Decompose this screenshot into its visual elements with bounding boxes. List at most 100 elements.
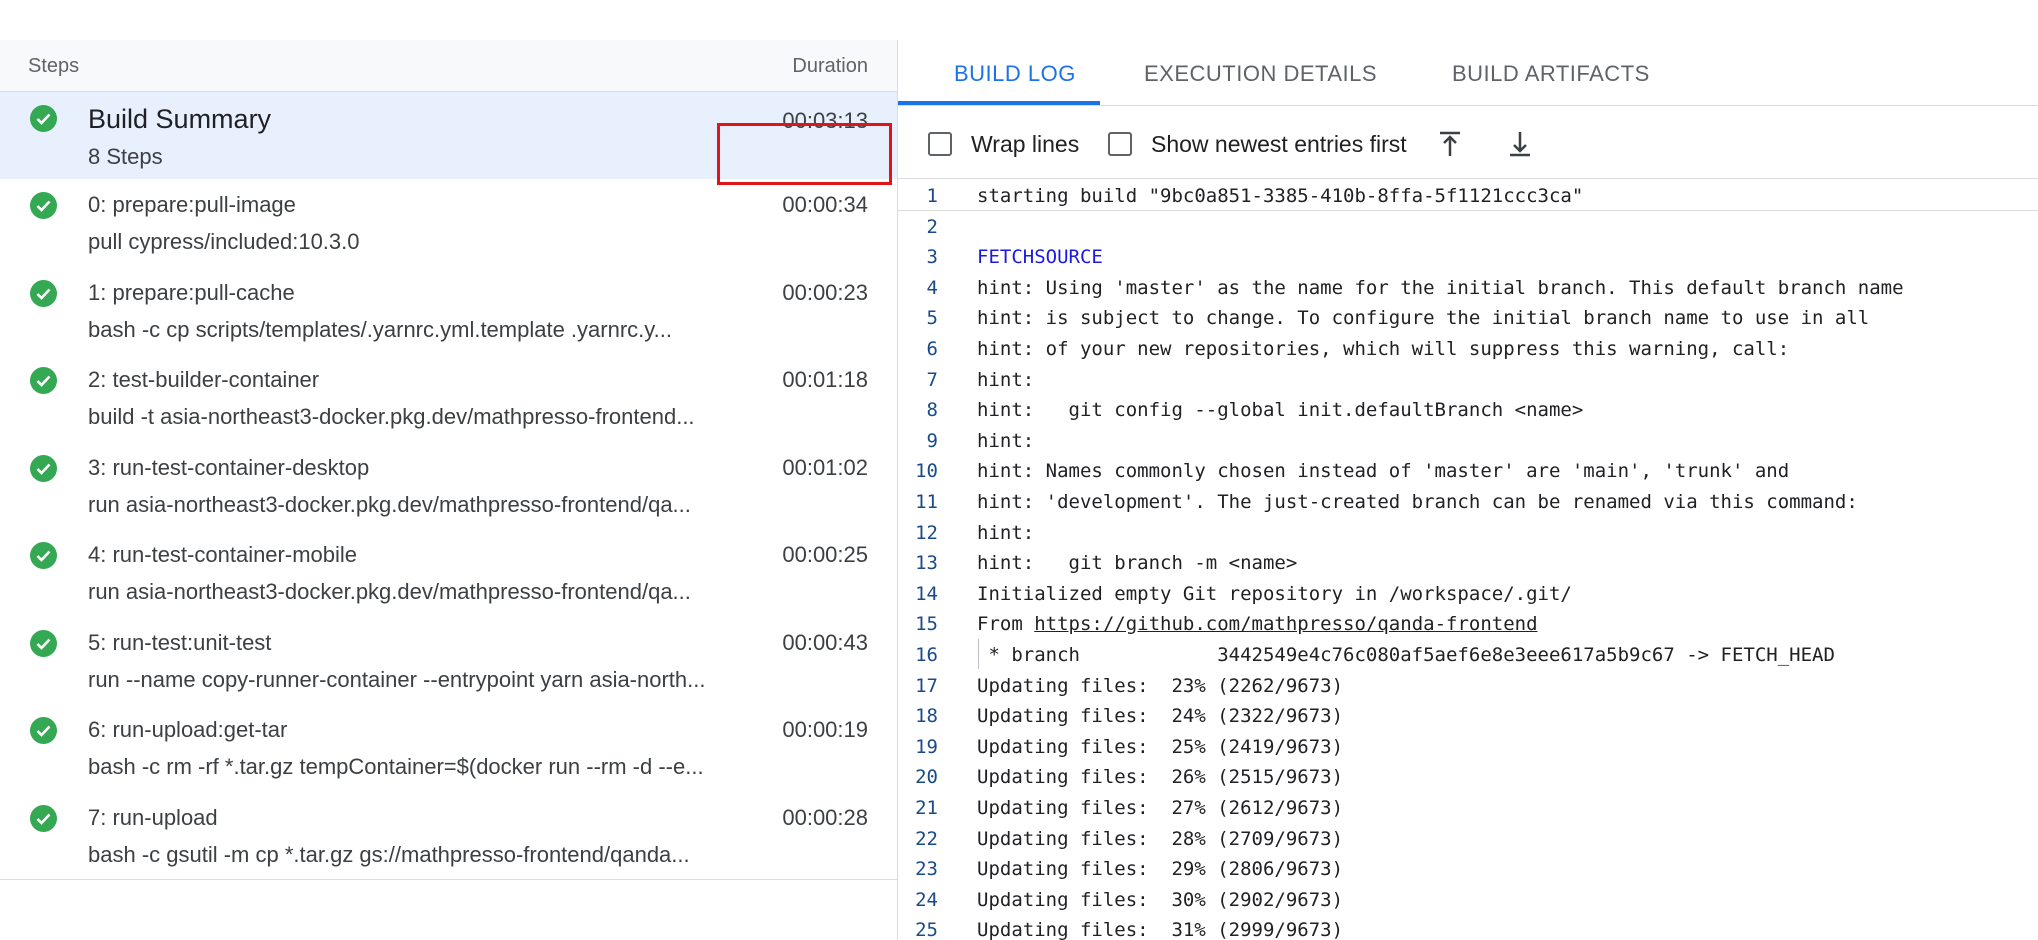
success-check-icon — [30, 367, 57, 394]
line-number: 21 — [915, 797, 938, 819]
log-text-content: Updating files: 28% (2709/9673) — [977, 828, 1344, 850]
line-number: 2 — [926, 216, 938, 238]
log-text: Updating files: 31% (2999/9673) — [977, 919, 1343, 940]
step-name: 6: run-upload:get-tar — [88, 717, 288, 742]
step-name: 3: run-test-container-desktop — [88, 455, 370, 480]
build-summary-row[interactable]: Build Summary 8 Steps 00:03:13 — [0, 92, 897, 180]
log-text: hint: 'development'. The just-created br… — [977, 491, 1858, 513]
log-text-content: hint: — [977, 522, 1035, 544]
step-description: run asia-northeast3-docker.pkg.dev/mathp… — [88, 492, 691, 517]
log-line: 24 Updating files: 30% (2902/9673) — [898, 884, 2038, 914]
line-number: 20 — [915, 766, 938, 788]
tab-build-log[interactable]: BUILD LOG — [954, 61, 1076, 87]
log-line: 20 Updating files: 26% (2515/9673) — [898, 761, 2038, 791]
log-text-content: hint: Names commonly chosen instead of '… — [977, 460, 1790, 482]
step-row[interactable]: 3: run-test-container-desktop run asia-no… — [0, 442, 897, 530]
step-duration: 00:00:34 — [782, 192, 868, 217]
log-line: 11 hint: 'development'. The just-created … — [898, 486, 2038, 516]
scroll-to-top-icon[interactable] — [1434, 128, 1466, 160]
log-line: 18 Updating files: 24% (2322/9673) — [898, 700, 2038, 730]
steps-header: Steps Duration — [0, 40, 897, 92]
step-description: bash -c rm -rf *.tar.gz tempContainer=$(… — [88, 754, 704, 779]
log-text-content: Updating files: 30% (2902/9673) — [977, 889, 1344, 911]
tab-execution-details[interactable]: EXECUTION DETAILS — [1144, 61, 1377, 87]
success-check-icon — [30, 105, 57, 132]
log-text: hint: Using 'master' as the name for the… — [977, 277, 1904, 299]
step-description: pull cypress/included:10.3.0 — [88, 229, 360, 254]
line-number: 18 — [915, 705, 938, 727]
log-line: 5 hint: is subject to change. To configur… — [898, 302, 2038, 332]
log-text-content: hint: git config --global init.defaultBr… — [977, 399, 1584, 421]
log-text-content: hint: is subject to change. To configure… — [977, 307, 1870, 329]
newest-first-checkbox[interactable] — [1108, 132, 1132, 156]
log-line: 19 Updating files: 25% (2419/9673) — [898, 731, 2038, 761]
duration-column-header: Duration — [792, 55, 868, 77]
log-line: 23 Updating files: 29% (2806/9673) — [898, 853, 2038, 883]
log-text-content: hint: — [977, 369, 1035, 391]
wrap-lines-label: Wrap lines — [971, 131, 1080, 157]
log-line: 17 Updating files: 23% (2262/9673) — [898, 670, 2038, 700]
line-number: 25 — [915, 919, 938, 940]
line-number: 8 — [926, 399, 938, 421]
step-duration: 00:00:43 — [782, 630, 868, 655]
build-log-output: 1 starting build "9bc0a851-3385-410b-8ffa… — [898, 180, 2038, 940]
step-row[interactable]: 6: run-upload:get-tar bash -c rm -rf *.ta… — [0, 704, 897, 793]
log-line: 13 hint: git branch -m <name> — [898, 547, 2038, 577]
log-line: 16 * branch 3442549e4c76c080af5aef6e8e3e… — [898, 639, 2038, 669]
line-number: 12 — [915, 522, 938, 544]
step-name: Build Summary — [88, 104, 272, 134]
log-line: 8 hint: git config --global init.defaultB… — [898, 394, 2038, 424]
log-line: 3 FETCHSOURCE — [898, 241, 2038, 271]
step-row[interactable]: 1: prepare:pull-cache bash -c cp scripts/… — [0, 267, 897, 355]
line-number: 23 — [915, 858, 938, 880]
log-text-content: hint: of your new repositories, which wi… — [977, 338, 1790, 360]
step-name: 2: test-builder-container — [88, 367, 320, 392]
log-line: 15 From https://github.com/mathpresso/qan… — [898, 608, 2038, 638]
log-text-content: hint: — [977, 430, 1035, 452]
step-name: 4: run-test-container-mobile — [88, 542, 358, 567]
step-duration: 00:01:18 — [782, 367, 868, 392]
log-text: Updating files: 23% (2262/9673) — [977, 675, 1343, 697]
log-text: Updating files: 28% (2709/9673) — [977, 828, 1343, 850]
success-check-icon — [30, 455, 57, 482]
wrap-lines-checkbox[interactable] — [928, 132, 952, 156]
step-row[interactable]: 0: prepare:pull-image pull cypress/includ… — [0, 179, 897, 268]
log-line: 21 Updating files: 27% (2612/9673) — [898, 792, 2038, 822]
line-number: 1 — [926, 185, 938, 207]
line-number: 22 — [915, 828, 938, 850]
step-duration: 00:03:13 — [782, 108, 868, 133]
log-line: 4 hint: Using 'master' as the name for th… — [898, 272, 2038, 302]
step-name: 1: prepare:pull-cache — [88, 280, 295, 305]
log-section-header: FETCHSOURCE — [977, 246, 1103, 268]
log-text: hint: Names commonly chosen instead of '… — [977, 460, 1789, 482]
log-text-content: Updating files: 29% (2806/9673) — [977, 858, 1344, 880]
line-number: 5 — [926, 307, 938, 329]
log-text: hint: git branch -m <name> — [977, 552, 1297, 574]
log-line: 10 hint: Names commonly chosen instead of… — [898, 455, 2038, 485]
log-line: 6 hint: of your new repositories, which w… — [898, 333, 2038, 363]
step-row[interactable]: 5: run-test:unit-test run --name copy-run… — [0, 617, 897, 705]
step-duration: 00:00:19 — [782, 717, 868, 742]
log-text: hint: git config --global init.defaultBr… — [977, 399, 1583, 421]
step-row[interactable]: 2: test-builder-container build -t asia-n… — [0, 354, 897, 443]
log-line: 2 — [898, 211, 2038, 241]
log-text: Updating files: 29% (2806/9673) — [977, 858, 1343, 880]
scroll-to-bottom-icon[interactable] — [1504, 128, 1536, 160]
step-row[interactable]: 7: run-upload bash -c gsutil -m cp *.tar.… — [0, 792, 897, 880]
log-text-content: Updating files: 23% (2262/9673) — [977, 675, 1344, 697]
step-row[interactable]: 4: run-test-container-mobile run asia-nor… — [0, 529, 897, 618]
repo-link[interactable]: https://github.com/mathpresso/qanda-fron… — [1034, 613, 1537, 635]
log-line: 9 hint: — [898, 425, 2038, 455]
success-check-icon — [30, 717, 57, 744]
line-number: 10 — [915, 460, 938, 482]
log-text: Updating files: 25% (2419/9673) — [977, 736, 1343, 758]
tab-build-artifacts[interactable]: BUILD ARTIFACTS — [1452, 61, 1650, 87]
log-text-content: Updating files: 31% (2999/9673) — [977, 919, 1344, 940]
success-check-icon — [30, 192, 57, 219]
log-text: * branch 3442549e4c76c080af5aef6e8e3eee6… — [977, 644, 1835, 666]
tab-bar: BUILD LOG EXECUTION DETAILS BUILD ARTIFA… — [898, 40, 2038, 106]
log-line: 25 Updating files: 31% (2999/9673) — [898, 914, 2038, 940]
log-text-content: * branch 3442549e4c76c080af5aef6e8e3eee6… — [977, 644, 1835, 666]
log-text-content: hint: 'development'. The just-created br… — [977, 491, 1858, 513]
step-duration: 00:00:28 — [782, 805, 868, 830]
